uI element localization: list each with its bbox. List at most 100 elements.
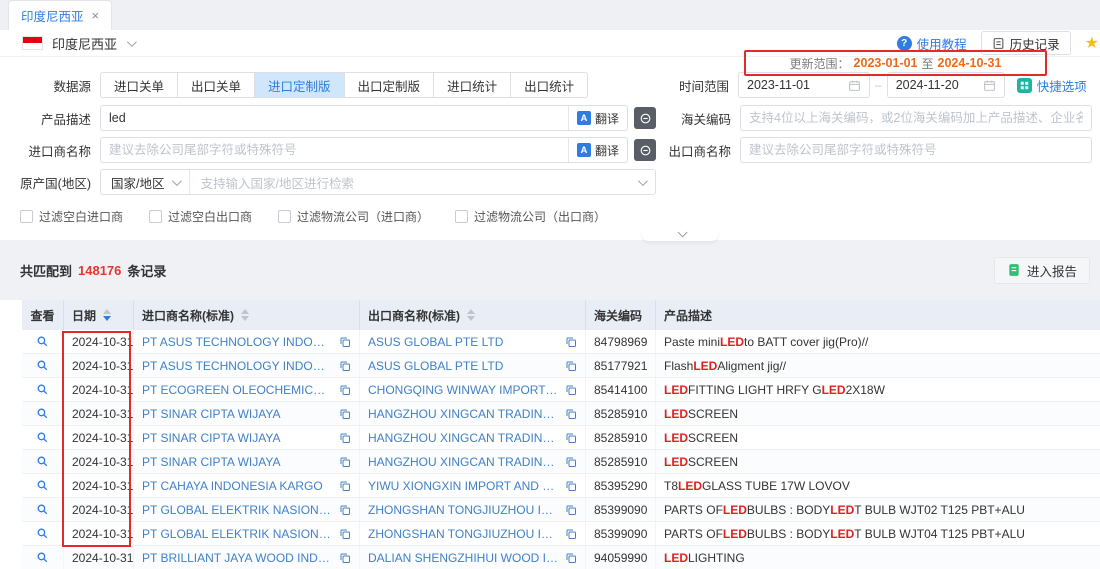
importer-link[interactable]: PT BRILLIANT JAYA WOOD INDUSTRY <box>142 551 333 565</box>
hs-code-cell: 85177921 <box>586 354 656 377</box>
copy-icon[interactable] <box>565 456 577 468</box>
table-row: 2024-10-31 PT GLOBAL ELEKTRIK NASIONAL Z… <box>22 498 1100 522</box>
exporter-input[interactable] <box>741 138 1091 162</box>
importer-link[interactable]: PT GLOBAL ELEKTRIK NASIONAL <box>142 527 333 541</box>
importer-link[interactable]: PT SINAR CIPTA WIJAYA <box>142 431 333 445</box>
data-source-option[interactable]: 出口关单 <box>177 72 255 98</box>
copy-icon[interactable] <box>565 336 577 348</box>
exporter-link[interactable]: CHONGQING WINWAY IMPORT AND E... <box>368 383 559 397</box>
search-history-icon[interactable] <box>634 139 656 161</box>
copy-icon[interactable] <box>339 384 351 396</box>
translate-icon: A <box>577 111 591 125</box>
column-header[interactable]: 出口商名称(标准) <box>360 300 586 330</box>
origin-country-select[interactable]: 国家/地区 <box>101 170 190 194</box>
copy-icon[interactable] <box>339 360 351 372</box>
copy-icon[interactable] <box>339 456 351 468</box>
column-header[interactable]: 进口商名称(标准) <box>134 300 360 330</box>
hs-code-cell: 94059990 <box>586 546 656 569</box>
close-icon[interactable]: × <box>92 9 100 22</box>
importer-link[interactable]: PT SINAR CIPTA WIJAYA <box>142 455 333 469</box>
exporter-label: 出口商名称 <box>658 141 740 160</box>
filter-checkbox[interactable]: 过滤空白出口商 <box>149 208 252 225</box>
copy-icon[interactable] <box>339 432 351 444</box>
data-source-option[interactable]: 进口统计 <box>433 72 511 98</box>
exporter-link[interactable]: ASUS GLOBAL PTE LTD <box>368 359 559 373</box>
exporter-link[interactable]: HANGZHOU XINGCAN TRADING CO LTD <box>368 407 559 421</box>
exporter-link[interactable]: DALIAN SHENGZHIHUI WOOD INDUST... <box>368 551 559 565</box>
view-magnifier-icon[interactable] <box>36 551 49 564</box>
data-source-option[interactable]: 出口定制版 <box>344 72 435 98</box>
exporter-link[interactable]: HANGZHOU XINGCAN TRADING CO LTD <box>368 431 559 445</box>
importer-link[interactable]: PT ASUS TECHNOLOGY INDONESIA BA... <box>142 335 333 349</box>
importer-link[interactable]: PT ASUS TECHNOLOGY INDONESIA BA... <box>142 359 333 373</box>
copy-icon[interactable] <box>565 480 577 492</box>
origin-select-value: 国家/地区 <box>111 173 164 192</box>
chevron-down-icon[interactable] <box>127 37 137 47</box>
enter-report-button[interactable]: 进入报告 <box>994 257 1090 284</box>
data-source-option[interactable]: 出口统计 <box>510 72 588 98</box>
filter-checkbox[interactable]: 过滤空白进口商 <box>20 208 123 225</box>
exporter-link[interactable]: HANGZHOU XINGCAN TRADING CO LTD <box>368 455 559 469</box>
exporter-link[interactable]: YIWU XIONGXIN IMPORT AND EXPORT... <box>368 479 559 493</box>
description-cell: PARTS OF LED BULBS : BODY LED T BULB WJT… <box>656 498 1100 521</box>
view-magnifier-icon[interactable] <box>36 455 49 468</box>
table-row: 2024-10-31 PT ECOGREEN OLEOCHEMICALS CHO… <box>22 378 1100 402</box>
filter-checkbox[interactable]: 过滤物流公司（进口商） <box>278 208 429 225</box>
view-magnifier-icon[interactable] <box>36 503 49 516</box>
origin-search-input[interactable]: 支持输入国家/地区进行检索 <box>190 173 638 192</box>
importer-link[interactable]: PT ECOGREEN OLEOCHEMICALS <box>142 383 333 397</box>
importer-input[interactable] <box>101 138 568 162</box>
hs-code-input[interactable] <box>741 106 1091 130</box>
exporter-link[interactable]: ZHONGSHAN TONGJIUZHOU INTERNA... <box>368 503 559 517</box>
sort-icons[interactable] <box>103 309 111 321</box>
view-magnifier-icon[interactable] <box>36 479 49 492</box>
copy-icon[interactable] <box>565 384 577 396</box>
copy-icon[interactable] <box>339 336 351 348</box>
importer-link[interactable]: PT GLOBAL ELEKTRIK NASIONAL <box>142 503 333 517</box>
copy-icon[interactable] <box>565 552 577 564</box>
translate-button[interactable]: A 翻译 <box>568 138 627 162</box>
search-history-icon[interactable] <box>634 107 656 129</box>
copy-icon[interactable] <box>339 552 351 564</box>
exporter-link[interactable]: ZHONGSHAN TONGJIUZHOU INTERNA... <box>368 527 559 541</box>
copy-icon[interactable] <box>339 504 351 516</box>
sort-icons[interactable] <box>241 309 249 321</box>
view-magnifier-icon[interactable] <box>36 527 49 540</box>
hs-code-cell: 85399090 <box>586 522 656 545</box>
tab-indonesia[interactable]: 印度尼西亚 × <box>8 0 112 30</box>
data-source-option[interactable]: 进口定制版 <box>254 72 345 98</box>
data-source-option[interactable]: 进口关单 <box>100 72 178 98</box>
view-magnifier-icon[interactable] <box>36 335 49 348</box>
copy-icon[interactable] <box>339 528 351 540</box>
origin-field: 国家/地区 支持输入国家/地区进行检索 <box>100 169 656 195</box>
copy-icon[interactable] <box>565 528 577 540</box>
view-magnifier-icon[interactable] <box>36 431 49 444</box>
chevron-down-icon[interactable] <box>638 175 655 189</box>
column-header[interactable]: 日期 <box>64 300 134 330</box>
checkbox-icon <box>278 210 291 223</box>
importer-link[interactable]: PT CAHAYA INDONESIA KARGO <box>142 479 333 493</box>
sort-icons[interactable] <box>467 309 475 321</box>
translate-button[interactable]: A 翻译 <box>568 106 627 130</box>
view-magnifier-icon[interactable] <box>36 359 49 372</box>
importer-link[interactable]: PT SINAR CIPTA WIJAYA <box>142 407 333 421</box>
view-magnifier-icon[interactable] <box>36 383 49 396</box>
enter-report-label: 进入报告 <box>1027 261 1077 280</box>
copy-icon[interactable] <box>565 408 577 420</box>
product-desc-input[interactable] <box>101 106 568 130</box>
question-circle-icon: ? <box>897 36 912 51</box>
exporter-link[interactable]: ASUS GLOBAL PTE LTD <box>368 335 559 349</box>
copy-icon[interactable] <box>565 360 577 372</box>
copy-icon[interactable] <box>565 432 577 444</box>
description-cell: Paste miniLED to BATT cover jig(Pro)// <box>656 330 1100 353</box>
tab-label: 印度尼西亚 <box>21 6 84 25</box>
copy-icon[interactable] <box>339 408 351 420</box>
view-magnifier-icon[interactable] <box>36 407 49 420</box>
copy-icon[interactable] <box>565 504 577 516</box>
description-cell: PARTS OF LED BULBS : BODY LED T BULB WJT… <box>656 522 1100 545</box>
star-icon[interactable]: ★ <box>1085 33 1099 53</box>
copy-icon[interactable] <box>339 480 351 492</box>
quick-options-button[interactable]: 快捷选项 <box>1017 76 1087 95</box>
filter-checkbox[interactable]: 过滤物流公司（出口商） <box>455 208 606 225</box>
collapse-panel-button[interactable] <box>642 228 718 241</box>
